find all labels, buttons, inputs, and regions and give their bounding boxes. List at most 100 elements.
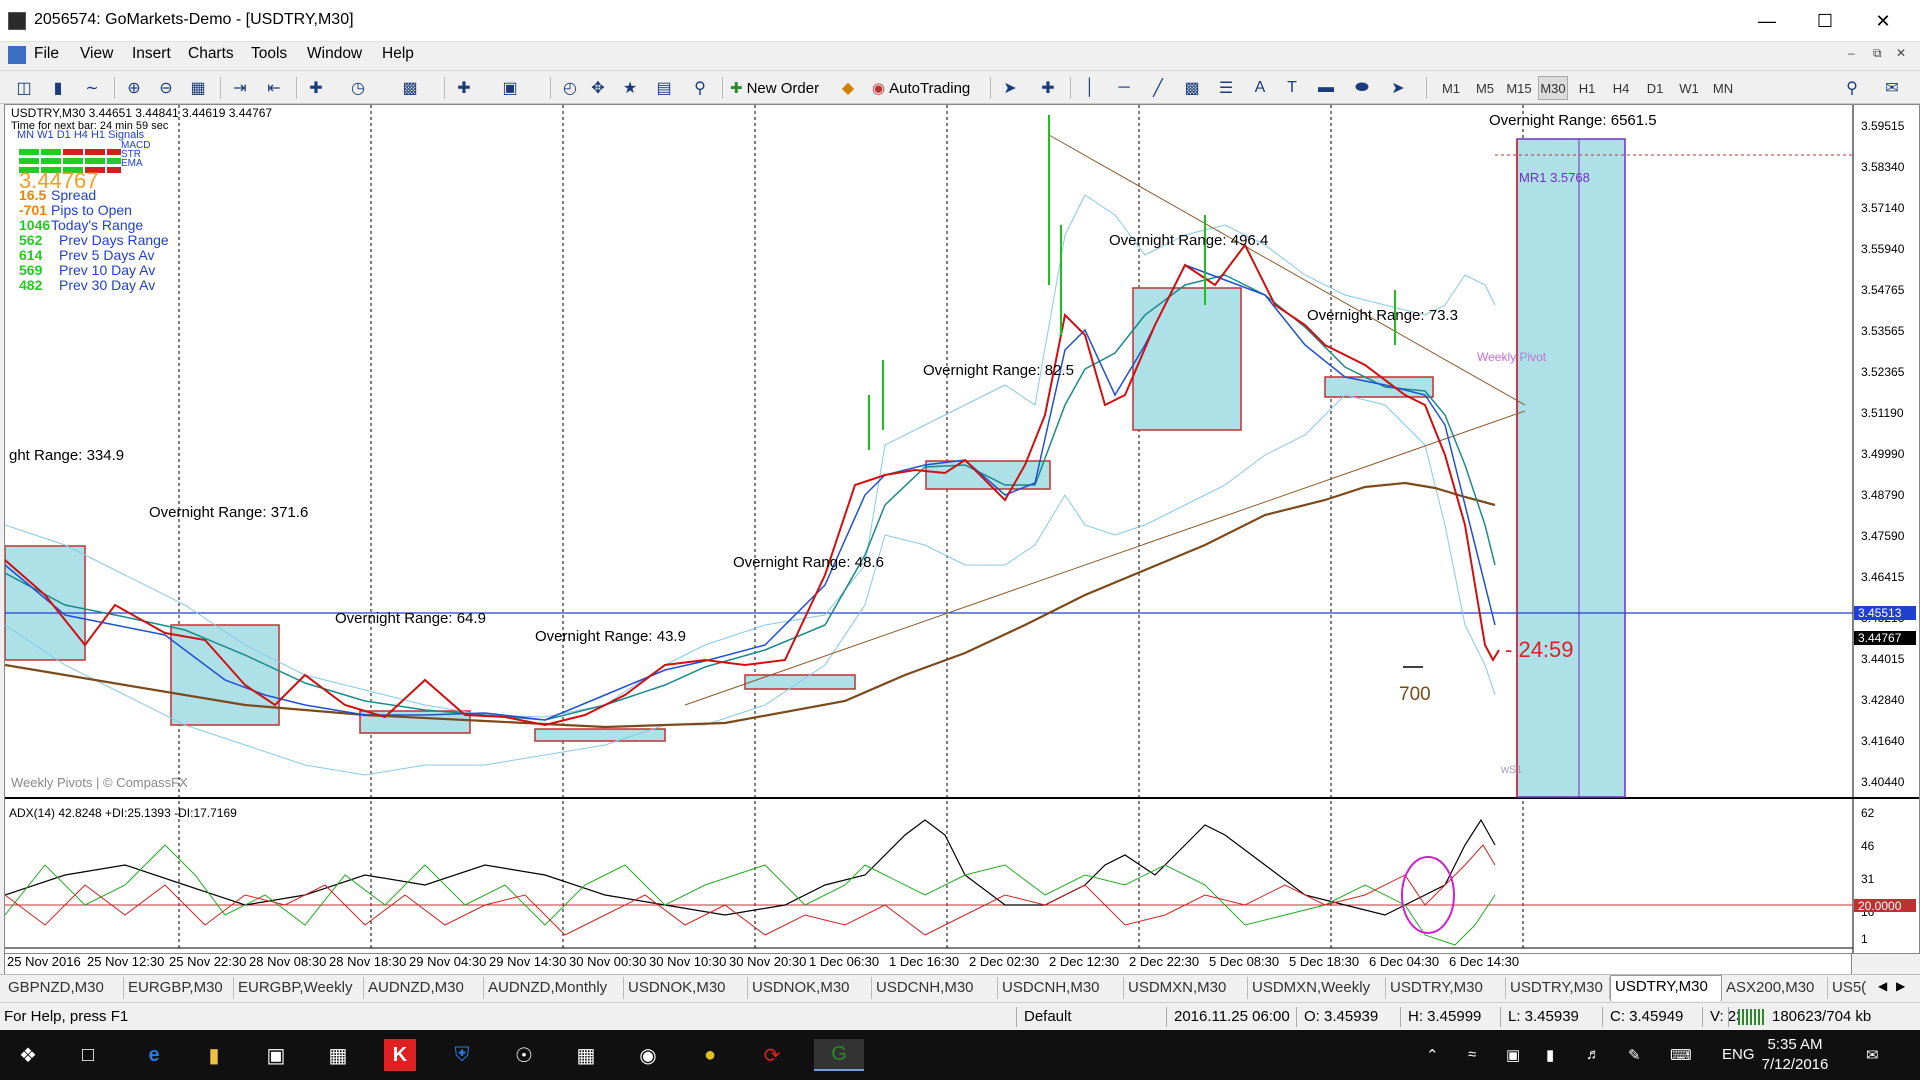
tab-usdnok-m30-1[interactable]: USDNOK,M30 xyxy=(624,977,748,999)
network-app-icon[interactable]: ▦ xyxy=(570,1039,602,1071)
fibonacci-icon[interactable]: ☰ xyxy=(1214,76,1238,100)
crosshair-icon[interactable]: ✚ xyxy=(1036,76,1060,100)
trendline-icon[interactable]: ╱ xyxy=(1146,76,1170,100)
mdi-close-button[interactable]: ✕ xyxy=(1896,46,1906,60)
text-icon[interactable]: A xyxy=(1248,76,1272,100)
new-order-button[interactable]: ✚ New Order xyxy=(730,76,819,100)
text-label-icon[interactable]: T xyxy=(1280,76,1304,100)
tab-audnzd-m30[interactable]: AUDNZD,M30 xyxy=(364,977,484,999)
mdi-restore-button[interactable]: ⧉ xyxy=(1873,46,1882,61)
store-icon[interactable]: ▣ xyxy=(260,1039,292,1071)
timeframe-d1[interactable]: D1 xyxy=(1640,76,1670,100)
chrome-icon[interactable]: ● xyxy=(694,1039,726,1071)
pen-icon[interactable]: ✎ xyxy=(1628,1046,1641,1064)
menu-help[interactable]: Help xyxy=(382,45,414,63)
cursor-icon[interactable]: ➤ xyxy=(998,76,1022,100)
metaeditor-icon[interactable]: ◆ xyxy=(836,76,860,100)
notifications-icon[interactable]: ✉ xyxy=(1866,1046,1879,1064)
navigator-icon[interactable]: ✥ xyxy=(586,76,610,100)
tray-chevron-icon[interactable]: ⌃ xyxy=(1426,1046,1439,1064)
chart-window-icon[interactable] xyxy=(8,46,26,64)
tab-usdtry-m30-2[interactable]: USDTRY,M30 xyxy=(1506,977,1610,999)
menu-charts[interactable]: Charts xyxy=(188,45,234,63)
tab-usdmxn-weekly[interactable]: USDMXN,Weekly xyxy=(1248,977,1386,999)
zoom-in-icon[interactable]: ⊕ xyxy=(122,76,146,100)
wifi-icon[interactable]: ≈ xyxy=(1468,1046,1476,1063)
timeframe-w1[interactable]: W1 xyxy=(1674,76,1704,100)
search-icon[interactable]: ⚲ xyxy=(1840,76,1864,100)
tab-gbpnzd-m30[interactable]: GBPNZD,M30 xyxy=(4,977,124,999)
indicators-icon[interactable]: ✚ xyxy=(304,76,328,100)
maximize-button[interactable]: ☐ xyxy=(1796,0,1854,42)
timeframe-m5[interactable]: M5 xyxy=(1470,76,1500,100)
tab-eurgbp-weekly[interactable]: EURGBP,Weekly xyxy=(234,977,364,999)
battery-icon[interactable]: ▮ xyxy=(1546,1046,1554,1064)
task-view-icon[interactable]: □ xyxy=(72,1039,104,1071)
kaspersky-icon[interactable]: K xyxy=(384,1039,416,1071)
data-window-icon[interactable]: ★ xyxy=(618,76,642,100)
tab-usdtry-m30-active[interactable]: USDTRY,M30 xyxy=(1610,975,1722,1001)
ellipse-icon[interactable]: ⬬ xyxy=(1350,76,1374,100)
periods-icon[interactable]: ◷ xyxy=(346,76,370,100)
timeframe-h4[interactable]: H4 xyxy=(1606,76,1636,100)
arrows-icon[interactable]: ➤ xyxy=(1386,76,1410,100)
tab-asx200-m30[interactable]: ASX200,M30 xyxy=(1722,977,1828,999)
zoom-out-icon[interactable]: ⊖ xyxy=(154,76,178,100)
edge-browser-icon[interactable]: e xyxy=(138,1039,170,1071)
timeframe-m15[interactable]: M15 xyxy=(1504,76,1534,100)
minimize-button[interactable]: — xyxy=(1738,0,1796,42)
vertical-line-icon[interactable]: │ xyxy=(1078,76,1102,100)
templates-icon[interactable]: ▩ xyxy=(398,76,422,100)
close-button[interactable]: ✕ xyxy=(1854,0,1912,42)
tab-usdcnh-m30-2[interactable]: USDCNH,M30 xyxy=(998,977,1124,999)
tab-scroll-left[interactable]: ◀ xyxy=(1878,979,1887,993)
tab-eurgbp-m30[interactable]: EURGBP,M30 xyxy=(124,977,234,999)
mdi-minimize-button[interactable]: – xyxy=(1848,46,1855,60)
terminal-icon[interactable]: ▤ xyxy=(652,76,676,100)
bar-chart-icon[interactable]: ◫ xyxy=(12,76,36,100)
rectangle-icon[interactable]: ▬ xyxy=(1314,76,1338,100)
file-explorer-icon[interactable]: ▮ xyxy=(198,1039,230,1071)
price-chart[interactable]: ght Range: 334.9 Overnight Range: 371.6 … xyxy=(4,88,1919,953)
calculator-icon[interactable]: ▦ xyxy=(322,1039,354,1071)
chart-window[interactable]: ght Range: 334.9 Overnight Range: 371.6 … xyxy=(4,88,1920,954)
shield-icon[interactable]: ⛨ xyxy=(446,1039,478,1071)
tab-usdnok-m30-2[interactable]: USDNOK,M30 xyxy=(748,977,872,999)
timeframe-h1[interactable]: H1 xyxy=(1572,76,1602,100)
menu-window[interactable]: Window xyxy=(307,45,362,63)
menu-file[interactable]: File xyxy=(34,45,59,63)
gomarkets-icon[interactable]: G xyxy=(814,1039,864,1071)
timeframe-m30[interactable]: M30 xyxy=(1538,76,1568,100)
volume-icon[interactable]: ♬ xyxy=(1586,1046,1601,1063)
new-chart-icon[interactable]: ✚ xyxy=(452,76,476,100)
timeframe-mn[interactable]: MN xyxy=(1708,76,1738,100)
timeframe-m1[interactable]: M1 xyxy=(1436,76,1466,100)
tab-usdtry-m30-1[interactable]: USDTRY,M30 xyxy=(1386,977,1506,999)
tile-windows-icon[interactable]: ▦ xyxy=(186,76,210,100)
equidistant-channel-icon[interactable]: ▩ xyxy=(1180,76,1204,100)
system-clock[interactable]: 5:35 AM 7/12/2016 xyxy=(1750,1035,1840,1075)
tab-usdmxn-m30[interactable]: USDMXN,M30 xyxy=(1124,977,1248,999)
chart-shift-icon[interactable]: ⇥ xyxy=(228,76,252,100)
network-icon[interactable]: ▣ xyxy=(1506,1046,1520,1064)
tab-usdcnh-m30-1[interactable]: USDCNH,M30 xyxy=(872,977,998,999)
autotrading-button[interactable]: ◉ AutoTrading xyxy=(872,76,970,100)
line-chart-icon[interactable]: ∼ xyxy=(80,76,104,100)
tab-us50[interactable]: US5( xyxy=(1828,977,1880,999)
tab-audnzd-monthly[interactable]: AUDNZD,Monthly xyxy=(484,977,624,999)
menu-view[interactable]: View xyxy=(80,45,113,63)
chat-icon[interactable]: ✉ xyxy=(1880,76,1904,100)
autoscroll-icon[interactable]: ⇤ xyxy=(262,76,286,100)
start-icon[interactable]: ❖ xyxy=(12,1039,44,1071)
metatrader-icon[interactable]: ⟳ xyxy=(756,1039,788,1071)
market-watch-icon[interactable]: ◴ xyxy=(558,76,582,100)
keyboard-icon[interactable]: ⌨ xyxy=(1670,1046,1692,1064)
menu-tools[interactable]: Tools xyxy=(251,45,287,63)
tester-icon[interactable]: ⚲ xyxy=(688,76,712,100)
tab-scroll-right[interactable]: ▶ xyxy=(1896,979,1905,993)
camera-icon[interactable]: ◉ xyxy=(632,1039,664,1071)
menu-insert[interactable]: Insert xyxy=(132,45,171,63)
horizontal-line-icon[interactable]: ─ xyxy=(1112,76,1136,100)
profiles-icon[interactable]: ▣ xyxy=(498,76,522,100)
satellite-icon[interactable]: ☉ xyxy=(508,1039,540,1071)
